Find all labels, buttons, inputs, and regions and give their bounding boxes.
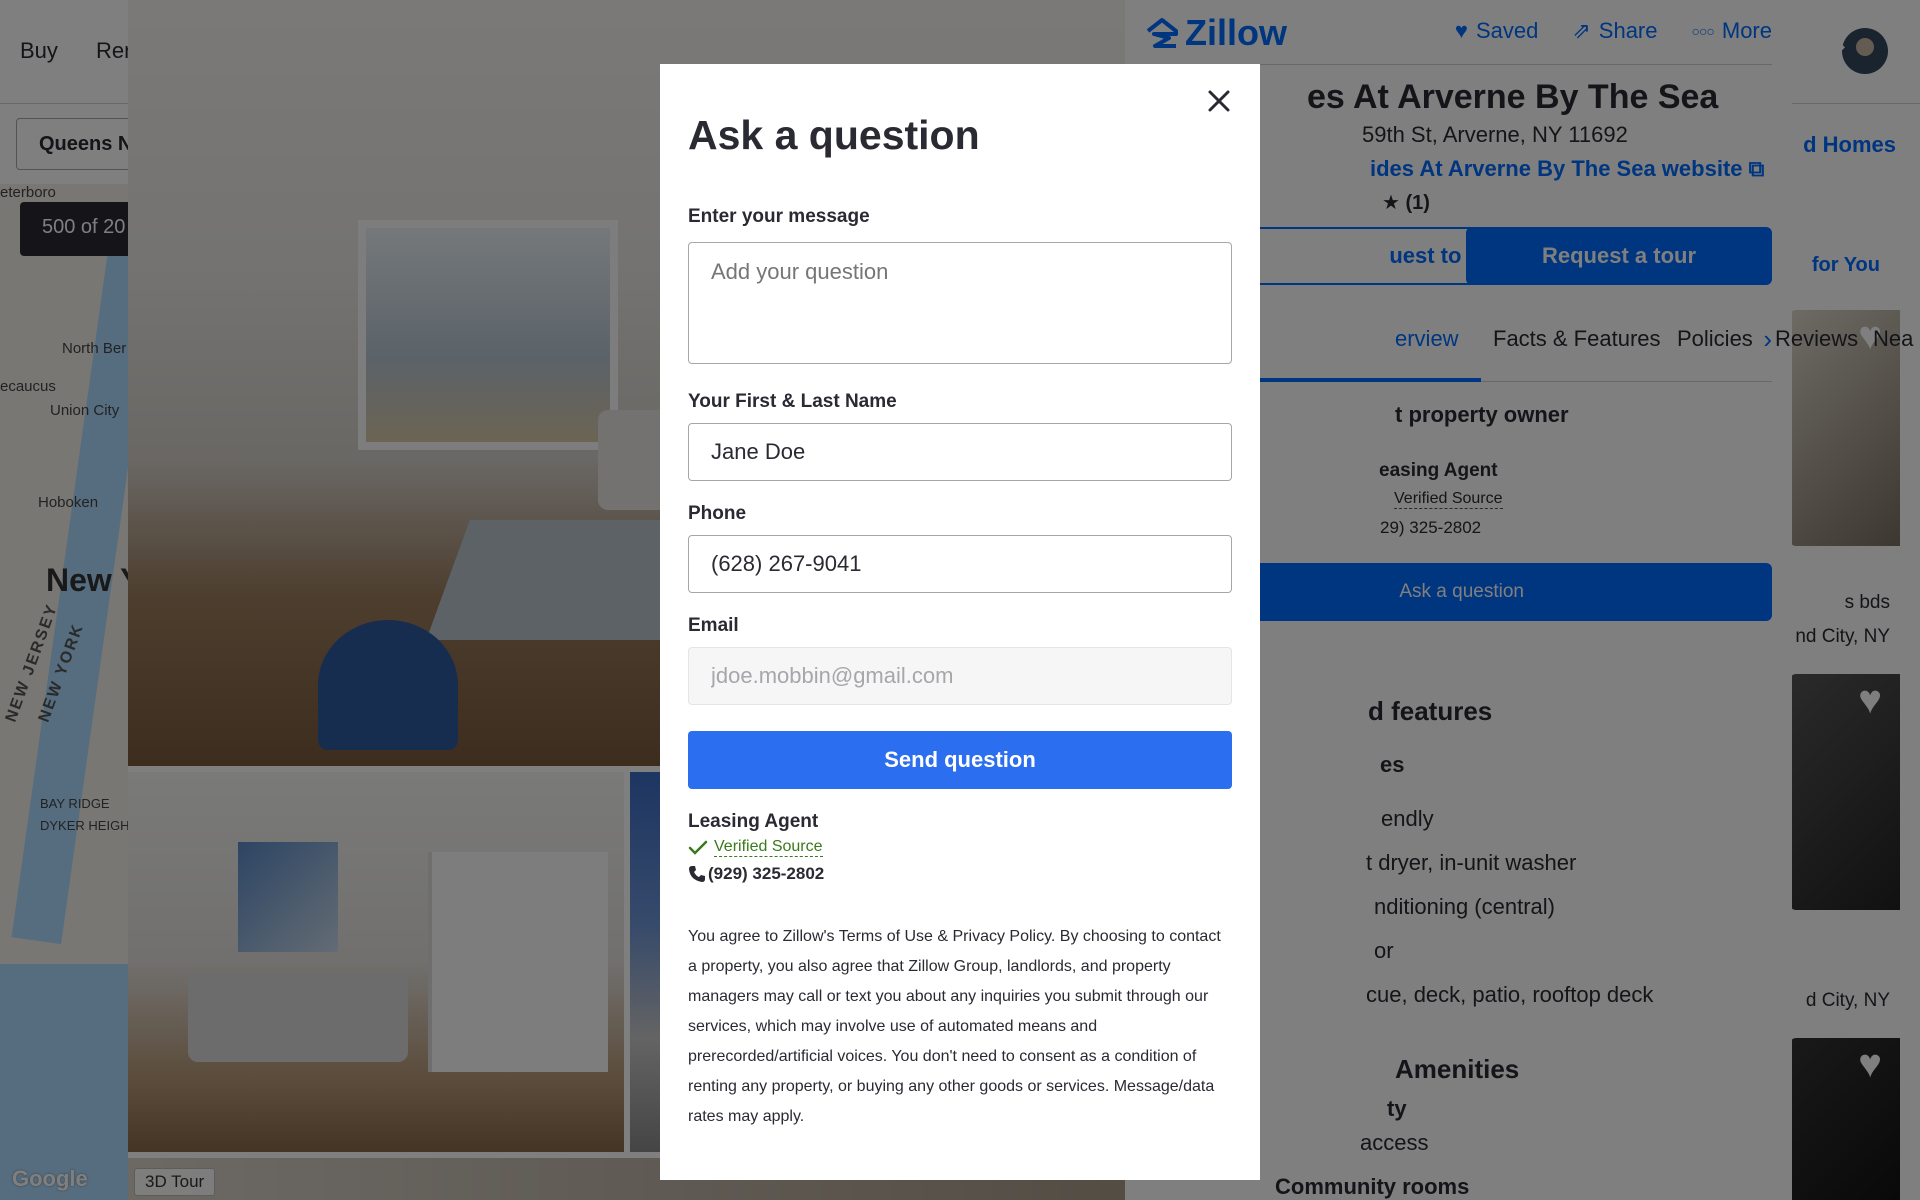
name-field[interactable] <box>688 423 1232 481</box>
verified-source[interactable]: Verified Source <box>688 838 823 857</box>
phone-label: Phone <box>688 503 747 524</box>
ask-question-dialog: Ask a question Enter your message Your F… <box>660 64 1260 1180</box>
email-field[interactable] <box>688 647 1232 705</box>
agent-phone-link[interactable]: (929) 325-2802 <box>688 864 824 884</box>
legal-disclaimer: You agree to Zillow's Terms of Use & Pri… <box>688 928 1221 1125</box>
agent-title: Leasing Agent <box>688 811 819 832</box>
checkmark-icon <box>688 840 708 855</box>
verified-label: Verified Source <box>714 838 823 857</box>
phone-field[interactable] <box>688 535 1232 593</box>
name-label: Your First & Last Name <box>688 391 897 412</box>
phone-icon <box>689 866 705 882</box>
email-label: Email <box>688 615 739 636</box>
message-label: Enter your message <box>688 206 870 227</box>
dialog-title: Ask a question <box>688 112 980 158</box>
message-field[interactable] <box>688 242 1232 364</box>
send-question-button[interactable]: Send question <box>688 731 1232 789</box>
close-icon[interactable] <box>1204 86 1234 116</box>
agent-phone-number: (929) 325-2802 <box>708 864 825 883</box>
